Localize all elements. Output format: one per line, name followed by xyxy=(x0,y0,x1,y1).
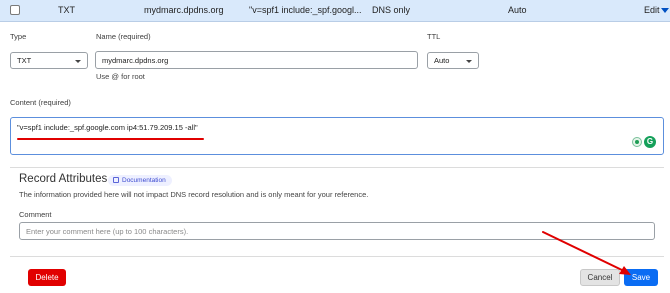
comment-label: Comment xyxy=(19,210,52,219)
type-select[interactable]: TXT xyxy=(10,52,88,69)
record-content-cell: "v=spf1 include:_spf.googl... xyxy=(249,5,362,15)
content-label: Content (required) xyxy=(10,98,71,107)
grammarly-icon[interactable]: G xyxy=(644,136,656,148)
name-label: Name (required) xyxy=(96,32,151,41)
ttl-select-value: Auto xyxy=(434,56,450,65)
ttl-cell: Auto xyxy=(508,5,527,15)
type-label: Type xyxy=(10,32,27,41)
documentation-link[interactable]: Documentation xyxy=(108,175,172,186)
lightbulb-icon[interactable] xyxy=(632,137,642,147)
cancel-button[interactable]: Cancel xyxy=(580,269,620,286)
annotation-underline xyxy=(17,138,204,140)
edit-label: Edit xyxy=(644,5,660,15)
book-icon xyxy=(113,177,119,183)
row-checkbox[interactable] xyxy=(10,5,20,15)
name-helper-text: Use @ for root xyxy=(96,72,145,81)
caret-down-icon xyxy=(660,8,669,14)
record-type-cell: TXT xyxy=(58,5,75,15)
edit-button[interactable]: Edit xyxy=(644,5,669,15)
chevron-down-icon xyxy=(466,60,472,63)
documentation-label: Documentation xyxy=(122,177,166,184)
ttl-label: TTL xyxy=(427,32,441,41)
proxy-status-cell: DNS only xyxy=(372,5,411,15)
content-textarea[interactable]: "v=spf1 include:_spf.google.com ip4:51.7… xyxy=(10,117,664,155)
comment-input[interactable]: Enter your comment here (up to 100 chara… xyxy=(19,222,655,240)
dns-record-row[interactable]: TXT mydmarc.dpdns.org "v=spf1 include:_s… xyxy=(0,0,670,22)
ttl-select[interactable]: Auto xyxy=(427,52,479,69)
delete-button[interactable]: Delete xyxy=(28,269,66,286)
record-attributes-title: Record Attributes xyxy=(19,173,108,185)
section-divider xyxy=(10,167,664,168)
chevron-down-icon xyxy=(75,60,81,63)
name-input[interactable]: mydmarc.dpdns.org xyxy=(95,51,418,69)
footer-divider xyxy=(10,256,664,257)
type-select-value: TXT xyxy=(17,56,32,65)
save-button[interactable]: Save xyxy=(624,269,658,286)
content-value: "v=spf1 include:_spf.google.com ip4:51.7… xyxy=(17,123,198,132)
record-name-cell: mydmarc.dpdns.org xyxy=(144,5,224,15)
record-attributes-info: The information provided here will not i… xyxy=(19,190,369,199)
